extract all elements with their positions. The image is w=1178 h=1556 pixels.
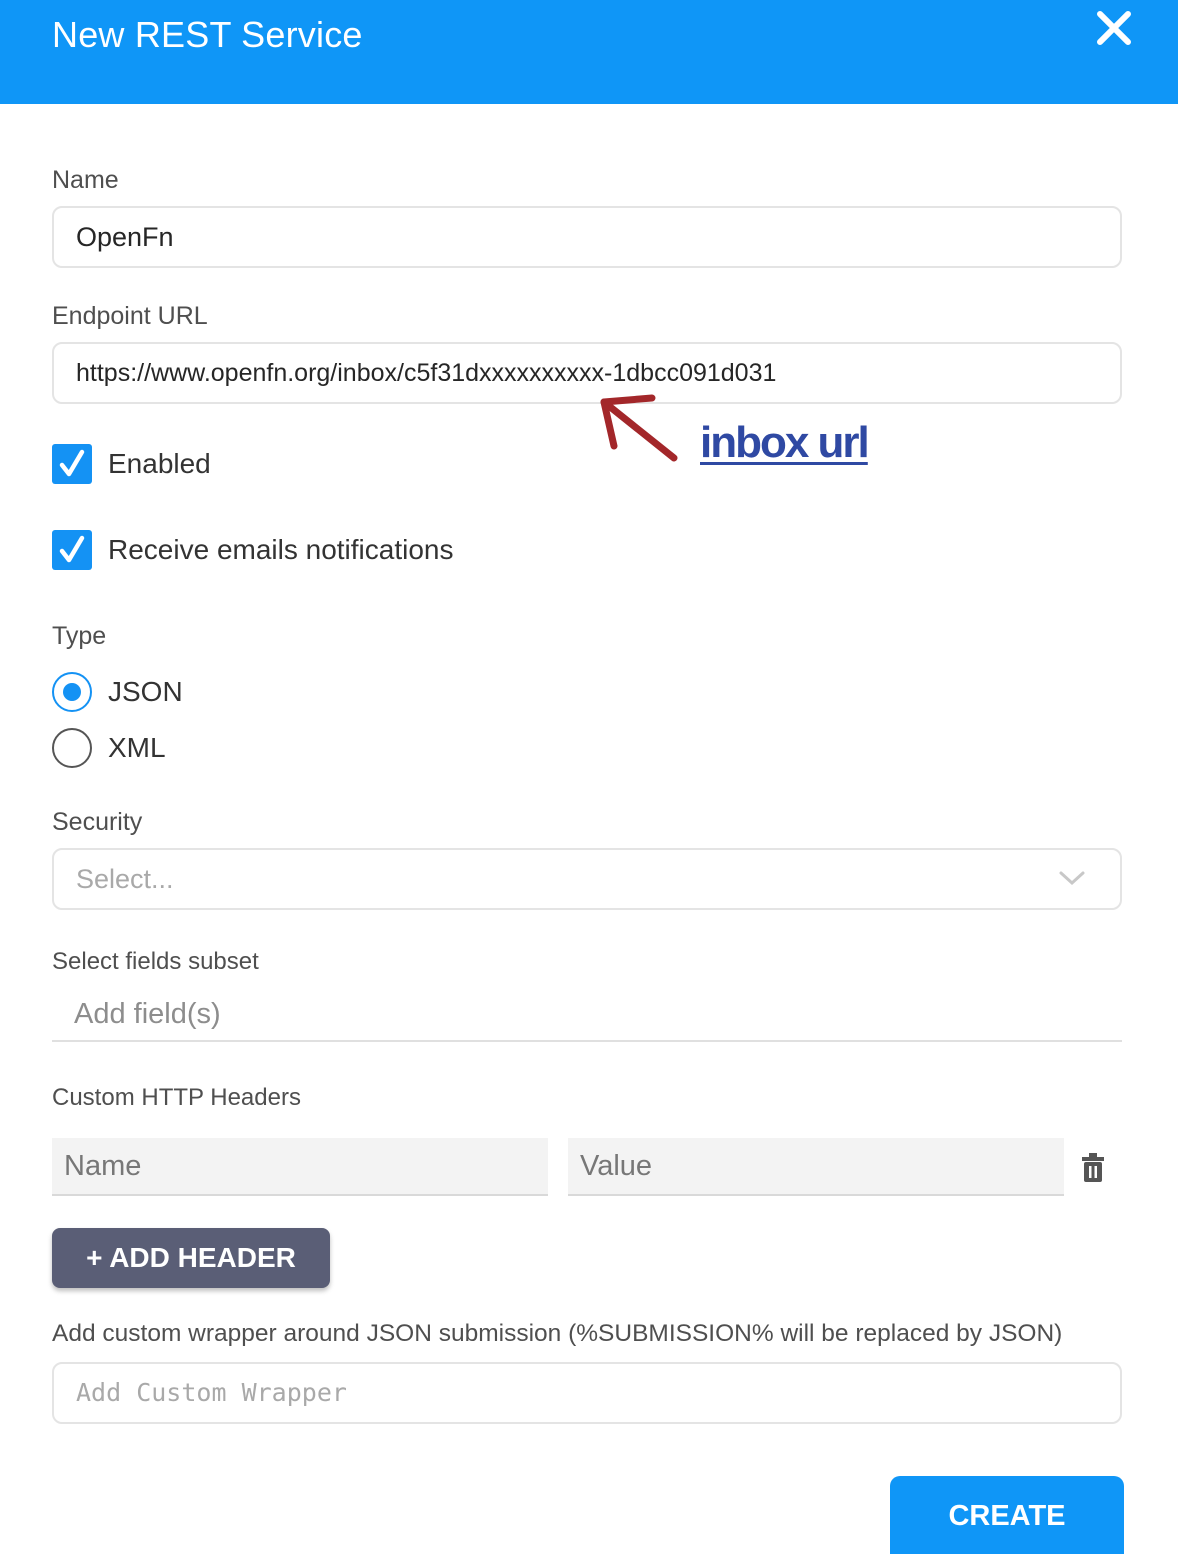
security-select[interactable]: Select... (52, 848, 1122, 910)
custom-wrapper-input[interactable]: Add Custom Wrapper (52, 1362, 1122, 1424)
enabled-label: Enabled (108, 448, 211, 479)
trash-icon[interactable] (1080, 1152, 1106, 1184)
enabled-checkbox[interactable] (52, 444, 92, 484)
email-notifications-checkbox[interactable] (52, 530, 92, 570)
type-radio-xml[interactable] (52, 728, 92, 768)
email-notifications-label: Receive emails notifications (108, 534, 454, 565)
custom-wrapper-label: Add custom wrapper around JSON submissio… (52, 1320, 1063, 1347)
endpoint-url-input[interactable]: https://www.openfn.org/inbox/c5f31dxxxxx… (52, 342, 1122, 404)
checkmark-icon (59, 535, 85, 563)
custom-headers-label: Custom HTTP Headers (52, 1084, 301, 1111)
arrow-annotation-icon (600, 394, 678, 462)
chevron-down-icon (1059, 871, 1085, 886)
dialog-title: New REST Service (52, 14, 363, 55)
type-radio-json[interactable] (52, 672, 92, 712)
name-label: Name (52, 166, 119, 194)
fields-subset-input[interactable]: Add field(s) (52, 992, 1122, 1042)
type-radio-xml-label: XML (108, 732, 166, 763)
create-button[interactable]: CREATE (890, 1476, 1124, 1554)
header-name-input[interactable]: Name (52, 1138, 548, 1196)
dialog-header: New REST Service (0, 0, 1178, 104)
type-radio-json-label: JSON (108, 676, 183, 707)
add-header-button[interactable]: + ADD HEADER (52, 1228, 330, 1288)
checkmark-icon (59, 449, 85, 477)
endpoint-url-label: Endpoint URL (52, 302, 208, 330)
inbox-url-annotation: inbox url (700, 418, 870, 467)
header-value-input[interactable]: Value (568, 1138, 1064, 1196)
name-input[interactable]: OpenFn (52, 206, 1122, 268)
close-icon[interactable] (1092, 6, 1136, 50)
fields-subset-label: Select fields subset (52, 948, 259, 975)
security-select-placeholder: Select... (76, 864, 174, 894)
type-label: Type (52, 622, 107, 650)
security-label: Security (52, 808, 143, 836)
